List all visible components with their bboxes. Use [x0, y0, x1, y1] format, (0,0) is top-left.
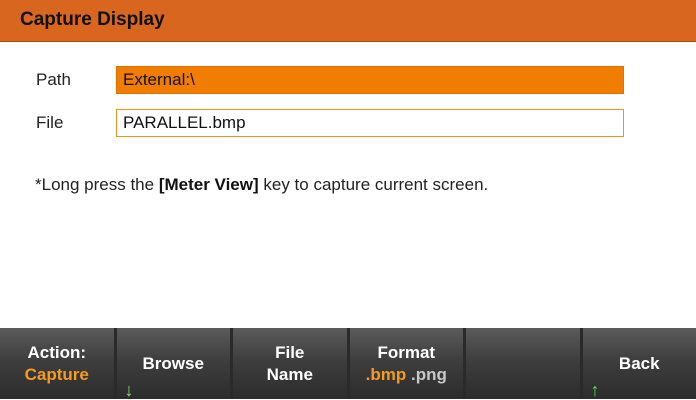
- softkey-bar: Action: Capture Browse ↓ File Name Forma…: [0, 328, 696, 399]
- down-arrow-icon: ↓: [125, 381, 134, 399]
- browse-softkey[interactable]: Browse ↓: [117, 328, 231, 399]
- file-name-softkey-line1: File: [275, 342, 304, 364]
- browse-softkey-label: Browse: [143, 353, 204, 375]
- hint-prefix: *Long press the: [35, 175, 159, 194]
- action-softkey-value: Capture: [25, 364, 89, 386]
- capture-hint: *Long press the [Meter View] key to capt…: [35, 175, 488, 195]
- file-name-field[interactable]: PARALLEL.bmp: [116, 109, 624, 137]
- file-name-softkey-line2: Name: [267, 364, 313, 386]
- path-field[interactable]: External:\: [116, 66, 624, 94]
- path-label: Path: [36, 70, 71, 90]
- format-option-bmp: .bmp: [366, 365, 407, 384]
- file-name-softkey[interactable]: File Name: [233, 328, 347, 399]
- hint-key: [Meter View]: [159, 175, 259, 194]
- format-softkey-options: .bmp .png: [366, 364, 447, 386]
- hint-suffix: key to capture current screen.: [259, 175, 489, 194]
- window-title: Capture Display: [20, 9, 165, 31]
- back-softkey[interactable]: Back ↑: [583, 328, 696, 399]
- up-arrow-icon: ↑: [591, 381, 600, 399]
- format-softkey-label: Format: [377, 342, 435, 364]
- blank-softkey[interactable]: [466, 328, 580, 399]
- title-bar: Capture Display: [0, 0, 696, 42]
- action-softkey-label: Action:: [27, 342, 86, 364]
- format-softkey[interactable]: Format .bmp .png: [350, 328, 464, 399]
- back-softkey-label: Back: [619, 353, 660, 375]
- format-option-png: .png: [411, 365, 447, 384]
- file-label: File: [36, 113, 63, 133]
- action-softkey[interactable]: Action: Capture: [0, 328, 114, 399]
